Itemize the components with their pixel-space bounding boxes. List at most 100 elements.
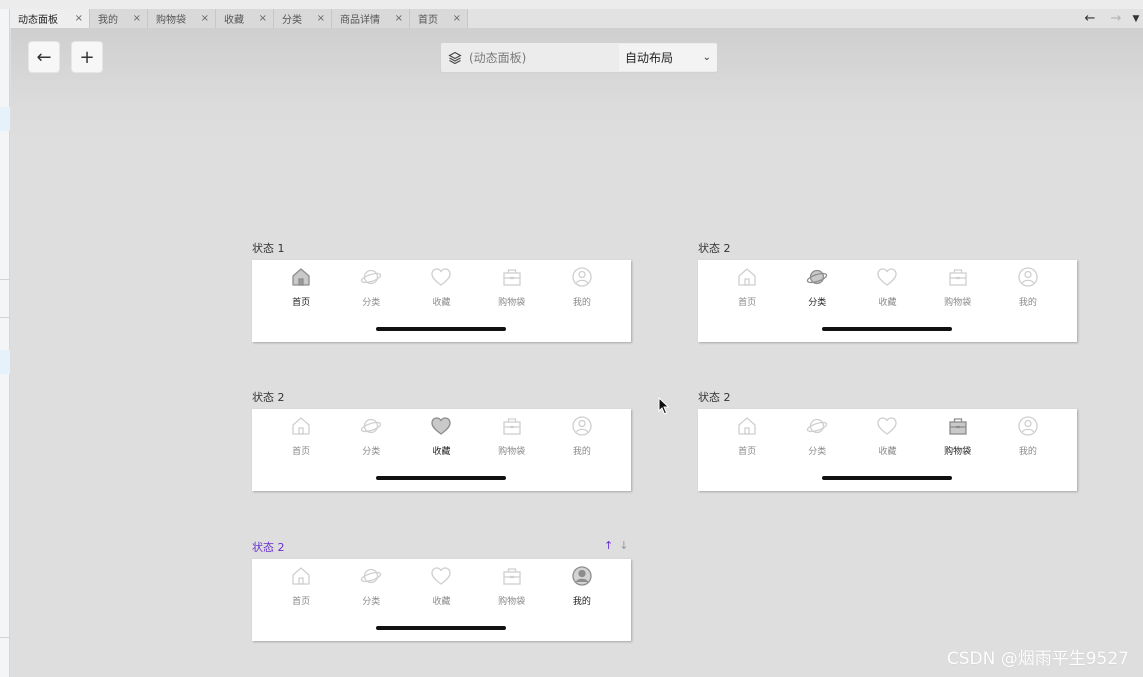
close-icon[interactable]: ×: [395, 13, 403, 24]
tab-bar-state-frame[interactable]: 首页 分类 收藏 购物袋 我的: [252, 559, 631, 641]
nav-item[interactable]: 收藏: [411, 415, 471, 457]
state-label[interactable]: 状态 2: [698, 389, 731, 405]
tab-bar-state-frame[interactable]: 首页 分类 收藏 购物袋 我的: [252, 260, 631, 342]
tab-list: 动态面板 × 我的 × 购物袋 × 收藏 × 分类 × 商品详情 × 首页 ×: [10, 9, 468, 28]
tab-bar-state-frame[interactable]: 首页 分类 收藏 购物袋 我的: [698, 260, 1077, 342]
nav-item[interactable]: 收藏: [411, 565, 471, 607]
mouse-cursor-icon: [658, 396, 670, 419]
nav-item[interactable]: 首页: [271, 415, 331, 457]
tab-label: 商品详情: [340, 15, 380, 26]
tab-bar-state-frame[interactable]: 首页 分类 收藏 购物袋 我的: [252, 409, 631, 491]
nav-item[interactable]: 我的: [552, 266, 612, 308]
move-up-icon[interactable]: ↑: [604, 539, 613, 552]
nav-item[interactable]: 购物袋: [928, 266, 988, 308]
nav-item[interactable]: 首页: [717, 266, 777, 308]
left-panel-highlight: [0, 350, 10, 374]
user-icon: [571, 266, 593, 292]
nav-item[interactable]: 购物袋: [482, 415, 542, 457]
user-icon: [1017, 415, 1039, 441]
panel-name-field[interactable]: (动态面板): [469, 49, 619, 66]
tab-item[interactable]: 商品详情 ×: [332, 9, 410, 28]
bottom-nav-row: 首页 分类 收藏 购物袋 我的: [698, 266, 1077, 308]
move-down-icon[interactable]: ↓: [619, 539, 628, 552]
home-icon: [736, 266, 758, 292]
close-icon[interactable]: ×: [453, 13, 461, 24]
nav-item[interactable]: 分类: [341, 565, 401, 607]
back-button[interactable]: ←: [29, 42, 59, 72]
user-icon: [571, 415, 593, 441]
dynamic-panel-picker[interactable]: (动态面板) 自动布局 ⌄: [440, 42, 718, 73]
tab-navigation: ← → ▼: [1077, 9, 1143, 28]
layers-icon: [441, 51, 469, 65]
user-icon: [571, 565, 593, 591]
left-panel-highlight: [0, 107, 10, 131]
heart-icon: [876, 415, 898, 441]
tab-item[interactable]: 动态面板 ×: [10, 9, 90, 28]
nav-item[interactable]: 分类: [787, 266, 847, 308]
close-icon[interactable]: ×: [259, 13, 267, 24]
nav-item[interactable]: 首页: [271, 565, 331, 607]
chevron-down-icon: ⌄: [702, 52, 711, 63]
nav-item[interactable]: 我的: [552, 565, 612, 607]
nav-item[interactable]: 购物袋: [928, 415, 988, 457]
tab-label: 首页: [418, 15, 438, 26]
close-icon[interactable]: ×: [133, 13, 141, 24]
close-icon[interactable]: ×: [75, 13, 83, 24]
left-panel-divider: [0, 637, 10, 638]
tab-item[interactable]: 首页 ×: [410, 9, 468, 28]
nav-item[interactable]: 我的: [998, 415, 1058, 457]
nav-item[interactable]: 分类: [341, 415, 401, 457]
home-indicator: [822, 476, 952, 480]
nav-item-label: 首页: [292, 597, 311, 607]
home-icon: [736, 415, 758, 441]
tab-label: 动态面板: [18, 15, 58, 26]
state-label[interactable]: 状态 2: [252, 539, 285, 555]
close-icon[interactable]: ×: [201, 13, 209, 24]
state-label[interactable]: 状态 2: [698, 240, 731, 256]
nav-item[interactable]: 购物袋: [482, 266, 542, 308]
nav-item[interactable]: 我的: [552, 415, 612, 457]
nav-item-label: 收藏: [432, 298, 451, 308]
nav-item-label: 购物袋: [498, 447, 526, 457]
nav-item[interactable]: 收藏: [411, 266, 471, 308]
nav-item-label: 我的: [1018, 298, 1037, 308]
nav-item[interactable]: 分类: [787, 415, 847, 457]
planet-icon: [806, 415, 828, 441]
tab-item[interactable]: 我的 ×: [90, 9, 148, 28]
nav-item[interactable]: 我的: [998, 266, 1058, 308]
nav-item-label: 收藏: [878, 298, 897, 308]
tab-back-icon[interactable]: ←: [1077, 11, 1103, 26]
nav-item-label: 我的: [572, 447, 591, 457]
home-indicator: [376, 327, 506, 331]
tab-menu-icon[interactable]: ▼: [1129, 14, 1143, 24]
nav-item[interactable]: 首页: [271, 266, 331, 308]
nav-item-label: 分类: [362, 298, 381, 308]
nav-item[interactable]: 分类: [341, 266, 401, 308]
left-panel-divider: [0, 279, 10, 280]
nav-item[interactable]: 收藏: [857, 266, 917, 308]
tab-bar-state-frame[interactable]: 首页 分类 收藏 购物袋 我的: [698, 409, 1077, 491]
nav-item-label: 购物袋: [498, 298, 526, 308]
left-panel-divider: [0, 317, 10, 318]
home-icon: [290, 266, 312, 292]
state-label[interactable]: 状态 2: [252, 389, 285, 405]
window-top-strip: [0, 0, 1143, 9]
tab-forward-icon[interactable]: →: [1103, 11, 1129, 26]
add-state-button[interactable]: +: [72, 42, 102, 72]
tab-label: 购物袋: [156, 15, 186, 26]
tab-item[interactable]: 购物袋 ×: [148, 9, 216, 28]
bottom-nav-row: 首页 分类 收藏 购物袋 我的: [252, 266, 631, 308]
layout-mode-select[interactable]: 自动布局 ⌄: [619, 44, 717, 71]
shopping-bag-icon: [947, 266, 969, 292]
tab-item[interactable]: 分类 ×: [274, 9, 332, 28]
heart-icon: [430, 266, 452, 292]
nav-item[interactable]: 收藏: [857, 415, 917, 457]
nav-item-label: 分类: [808, 298, 827, 308]
nav-item[interactable]: 首页: [717, 415, 777, 457]
nav-item[interactable]: 购物袋: [482, 565, 542, 607]
tab-item[interactable]: 收藏 ×: [216, 9, 274, 28]
page-tab-bar: 动态面板 × 我的 × 购物袋 × 收藏 × 分类 × 商品详情 × 首页 × ← → ▼: [10, 9, 1143, 28]
state-label[interactable]: 状态 1: [252, 240, 285, 256]
heart-icon: [430, 415, 452, 441]
close-icon[interactable]: ×: [317, 13, 325, 24]
